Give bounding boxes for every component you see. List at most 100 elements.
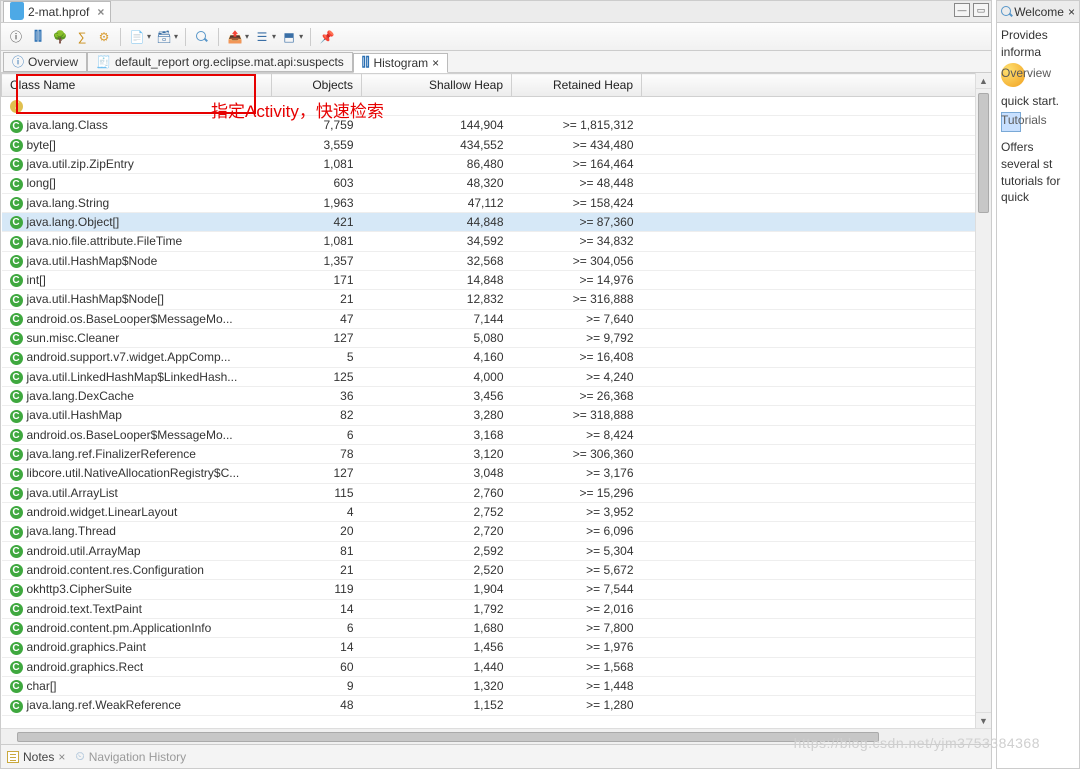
table-row[interactable]: Cint[]17114,848>= 14,976 — [2, 270, 991, 289]
scroll-down-icon[interactable]: ▼ — [976, 712, 991, 728]
retained-cell: >= 1,568 — [512, 657, 642, 676]
table-row[interactable]: Cjava.util.zip.ZipEntry1,08186,480>= 164… — [2, 154, 991, 173]
table-row[interactable]: Cjava.util.LinkedHashMap$LinkedHash...12… — [2, 367, 991, 386]
tab-overview[interactable]: ⓘ Overview — [3, 52, 87, 72]
table-row[interactable]: Clibcore.util.NativeAllocationRegistry$C… — [2, 464, 991, 483]
table-row[interactable]: Candroid.content.res.Configuration212,52… — [2, 560, 991, 579]
retained-cell: >= 1,815,312 — [512, 116, 642, 135]
welcome-tab[interactable]: Welcome × — [997, 1, 1079, 23]
table-row[interactable]: Cjava.lang.ref.WeakReference481,152>= 1,… — [2, 696, 991, 715]
pin-icon[interactable]: 📌 — [318, 28, 336, 46]
shallow-cell: 48,320 — [362, 174, 512, 193]
query-icon[interactable]: 🗃 — [155, 28, 173, 46]
retained-cell: >= 306,360 — [512, 444, 642, 463]
table-row[interactable]: Candroid.widget.LinearLayout42,752>= 3,9… — [2, 502, 991, 521]
table-row[interactable]: Cokhttp3.CipherSuite1191,904>= 7,544 — [2, 580, 991, 599]
table-row[interactable]: Csun.misc.Cleaner1275,080>= 9,792 — [2, 328, 991, 347]
class-icon: C — [10, 448, 23, 461]
table-row[interactable]: Candroid.text.TextPaint141,792>= 2,016 — [2, 599, 991, 618]
retained-cell: >= 1,976 — [512, 638, 642, 657]
table-row[interactable]: Clong[]60348,320>= 48,448 — [2, 174, 991, 193]
histogram-icon[interactable]: ⫿⫿ — [29, 28, 47, 46]
chevron-down-icon[interactable]: ▾ — [245, 32, 249, 41]
vertical-scrollbar[interactable]: ▲ ▼ — [975, 73, 991, 728]
search-icon[interactable] — [193, 28, 211, 46]
table-row[interactable]: Cjava.lang.Object[]42144,848>= 87,360 — [2, 212, 991, 231]
col-spacer — [642, 74, 991, 97]
hprof-icon — [10, 8, 24, 20]
editor-tab-file[interactable]: 2-mat.hprof × — [3, 1, 111, 22]
toolbar-separator — [120, 28, 121, 46]
tab-navigation-history[interactable]: ⏲ Navigation History — [75, 749, 186, 764]
oql-icon[interactable]: ∑ — [73, 28, 91, 46]
class-icon: C — [10, 352, 23, 365]
tree-icon[interactable]: ☰ — [253, 28, 271, 46]
filter-retained[interactable] — [512, 97, 642, 116]
minimize-icon[interactable]: — — [954, 3, 970, 17]
maximize-icon[interactable]: ▭ — [973, 3, 989, 17]
class-name-cell: java.util.HashMap — [27, 408, 122, 422]
export-icon[interactable]: 📤 — [226, 28, 244, 46]
class-icon: C — [10, 139, 23, 152]
shallow-cell: 34,592 — [362, 232, 512, 251]
class-name-cell: android.content.res.Configuration — [27, 563, 204, 577]
chevron-down-icon[interactable]: ▾ — [272, 32, 276, 41]
close-icon[interactable]: × — [97, 5, 104, 19]
scroll-up-icon[interactable]: ▲ — [976, 73, 991, 89]
table-row[interactable]: Cjava.util.ArrayList1152,760>= 15,296 — [2, 483, 991, 502]
objects-cell: 21 — [272, 560, 362, 579]
dominator-tree-icon[interactable]: 🌳 — [51, 28, 69, 46]
threads-icon[interactable]: ⚙ — [95, 28, 113, 46]
table-row[interactable]: Cjava.util.HashMap$Node1,35732,568>= 304… — [2, 251, 991, 270]
table-row[interactable]: Cjava.util.HashMap$Node[]2112,832>= 316,… — [2, 290, 991, 309]
scrollbar-thumb[interactable] — [978, 93, 989, 213]
col-retained-heap[interactable]: Retained Heap — [512, 74, 642, 97]
table-row[interactable]: Candroid.util.ArrayMap812,592>= 5,304 — [2, 541, 991, 560]
table-row[interactable]: Candroid.support.v7.widget.AppComp...54,… — [2, 348, 991, 367]
close-icon[interactable]: × — [58, 750, 65, 764]
class-name-cell: java.lang.String — [27, 196, 110, 210]
class-name-cell: java.nio.file.attribute.FileTime — [27, 234, 183, 248]
table-row[interactable]: Candroid.os.BaseLooper$MessageMo...63,16… — [2, 425, 991, 444]
col-objects[interactable]: Objects — [272, 74, 362, 97]
chevron-down-icon[interactable]: ▾ — [174, 32, 178, 41]
table-row[interactable]: Cjava.lang.Thread202,720>= 6,096 — [2, 522, 991, 541]
objects-cell: 6 — [272, 425, 362, 444]
close-icon[interactable]: × — [1068, 5, 1075, 19]
table-row[interactable]: Cjava.lang.Class7,759144,904>= 1,815,312 — [2, 116, 991, 135]
table-row[interactable]: Cjava.lang.DexCache363,456>= 26,368 — [2, 386, 991, 405]
tab-report[interactable]: 🧾 default_report org.eclipse.mat.api:sus… — [87, 52, 353, 72]
close-icon[interactable]: × — [432, 56, 439, 70]
horizontal-scrollbar[interactable] — [1, 728, 991, 744]
tab-histogram[interactable]: ⫿⫿ Histogram × — [353, 53, 448, 73]
report-icon[interactable]: 📄 — [128, 28, 146, 46]
toolbar-separator — [218, 28, 219, 46]
tab-notes[interactable]: Notes × — [7, 750, 65, 764]
overview-icon[interactable]: ⓘ — [7, 28, 25, 46]
table-row[interactable]: Candroid.content.pm.ApplicationInfo61,68… — [2, 618, 991, 637]
table-row[interactable]: Cbyte[]3,559434,552>= 434,480 — [2, 135, 991, 154]
chevron-down-icon[interactable]: ▾ — [147, 32, 151, 41]
table-row[interactable]: Cjava.util.HashMap823,280>= 318,888 — [2, 406, 991, 425]
table-row[interactable]: Cjava.nio.file.attribute.FileTime1,08134… — [2, 232, 991, 251]
table-row[interactable]: Cjava.lang.String1,96347,112>= 158,424 — [2, 193, 991, 212]
shallow-cell: 5,080 — [362, 328, 512, 347]
table-row[interactable]: Candroid.graphics.Rect601,440>= 1,568 — [2, 657, 991, 676]
filter-shallow[interactable] — [362, 97, 512, 116]
class-name-cell: long[] — [27, 176, 56, 190]
table-row[interactable]: Cjava.lang.ref.FinalizerReference783,120… — [2, 444, 991, 463]
scrollbar-thumb[interactable] — [17, 732, 879, 742]
col-shallow-heap[interactable]: Shallow Heap — [362, 74, 512, 97]
retained-cell: >= 3,176 — [512, 464, 642, 483]
class-name-cell: java.util.HashMap$Node — [27, 254, 158, 268]
objects-cell: 20 — [272, 522, 362, 541]
col-class-name[interactable]: Class Name — [2, 74, 272, 97]
table-row[interactable]: Candroid.os.BaseLooper$MessageMo...477,1… — [2, 309, 991, 328]
filter-objects[interactable] — [272, 97, 362, 116]
group-icon[interactable]: ⬒ — [280, 28, 298, 46]
table-row[interactable]: Cchar[]91,320>= 1,448 — [2, 676, 991, 695]
class-name-cell: okhttp3.CipherSuite — [27, 582, 132, 596]
filter-row[interactable]: ⫶ — [2, 97, 991, 116]
table-row[interactable]: Candroid.graphics.Paint141,456>= 1,976 — [2, 638, 991, 657]
chevron-down-icon[interactable]: ▾ — [299, 32, 303, 41]
